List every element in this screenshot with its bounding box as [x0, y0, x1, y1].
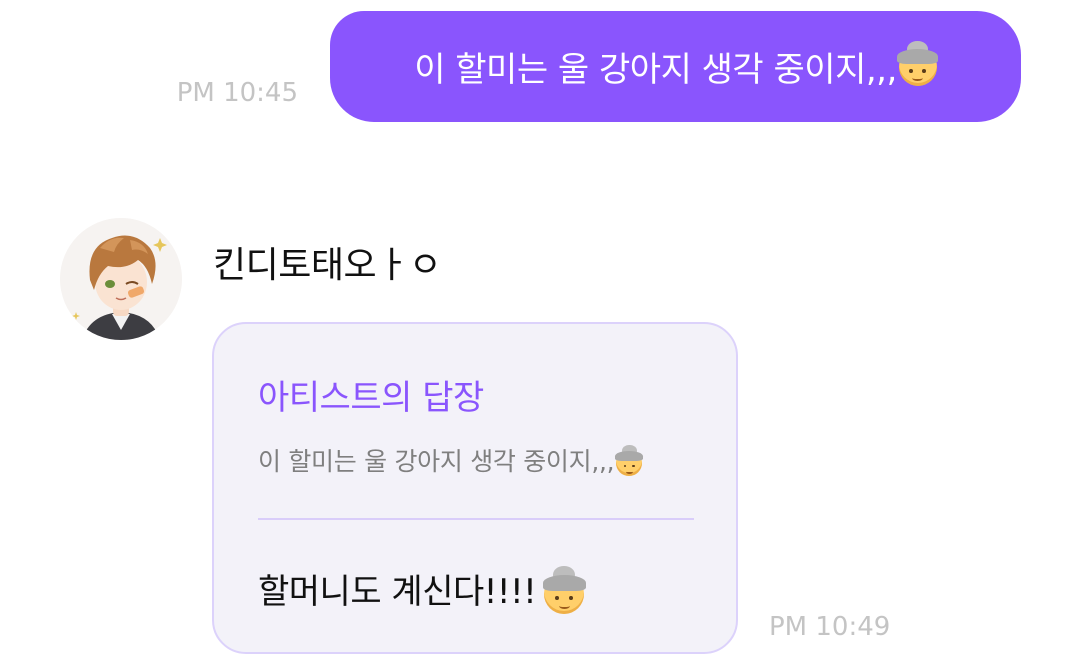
outgoing-timestamp: PM 10:45	[176, 78, 298, 108]
quoted-message: 이 할미는 울 강아지 생각 중이지,,,	[258, 442, 644, 478]
outgoing-message-text: 이 할미는 울 강아지 생각 중이지,,,	[414, 50, 897, 90]
older-woman-emoji-icon	[542, 566, 586, 614]
quoted-message-text: 이 할미는 울 강아지 생각 중이지,,,	[258, 447, 615, 476]
reply-message: 할머니도 계신다!!!!	[258, 564, 586, 614]
artist-avatar[interactable]	[60, 218, 182, 340]
artist-reply-card[interactable]: 아티스트의 답장 이 할미는 울 강아지 생각 중이지,,, 할머니도 계신다!…	[212, 322, 738, 654]
reply-label: 아티스트의 답장	[258, 378, 484, 418]
incoming-timestamp: PM 10:49	[769, 612, 891, 642]
artist-avatar-illustration	[60, 218, 182, 340]
outgoing-message-bubble[interactable]: 이 할미는 울 강아지 생각 중이지,,,	[330, 11, 1021, 122]
reply-message-text: 할머니도 계신다!!!!	[258, 572, 537, 612]
sender-name: 킨디토태오ㅏㅇ	[213, 245, 442, 286]
older-woman-emoji-icon	[615, 445, 644, 476]
older-woman-emoji-icon	[897, 40, 939, 86]
card-divider	[258, 518, 694, 520]
